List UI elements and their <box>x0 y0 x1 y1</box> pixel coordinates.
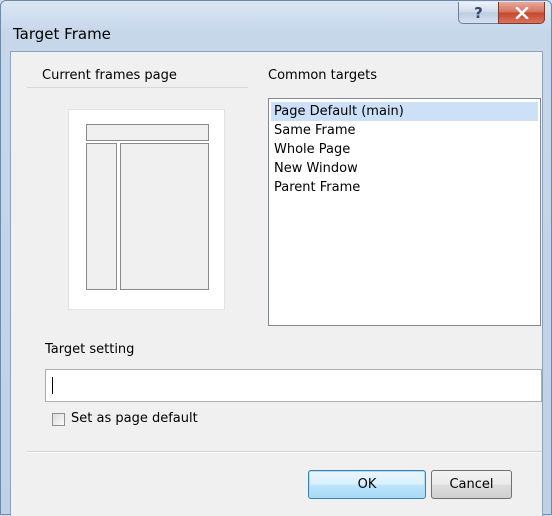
common-targets-label: Common targets <box>268 68 377 83</box>
list-item-page-default[interactable]: Page Default (main) <box>271 102 538 121</box>
help-button[interactable]: ? <box>458 2 499 24</box>
set-as-page-default-label[interactable]: Set as page default <box>71 411 198 426</box>
close-icon <box>515 6 528 19</box>
list-item-whole-page[interactable]: Whole Page <box>271 140 538 159</box>
frame-main[interactable] <box>120 143 209 290</box>
close-button[interactable] <box>498 2 545 24</box>
target-setting-label: Target setting <box>45 342 135 357</box>
frame-left[interactable] <box>86 143 117 290</box>
list-item-same-frame[interactable]: Same Frame <box>271 121 538 140</box>
ok-button-label: OK <box>357 477 377 492</box>
ok-button[interactable]: OK <box>308 470 426 499</box>
frames-page-label: Current frames page <box>42 68 177 83</box>
list-item-parent-frame[interactable]: Parent Frame <box>271 178 538 197</box>
common-targets-list[interactable]: Page Default (main) Same Frame Whole Pag… <box>268 98 541 326</box>
cancel-button[interactable]: Cancel <box>431 470 512 499</box>
text-caret <box>52 377 53 394</box>
divider <box>27 451 542 453</box>
set-as-page-default-checkbox[interactable] <box>52 413 65 426</box>
window-title: Target Frame <box>13 25 111 43</box>
frame-top[interactable] <box>86 124 209 141</box>
help-icon: ? <box>474 3 483 22</box>
list-item-new-window[interactable]: New Window <box>271 159 538 178</box>
cancel-button-label: Cancel <box>449 477 494 492</box>
target-setting-input[interactable] <box>45 369 542 402</box>
